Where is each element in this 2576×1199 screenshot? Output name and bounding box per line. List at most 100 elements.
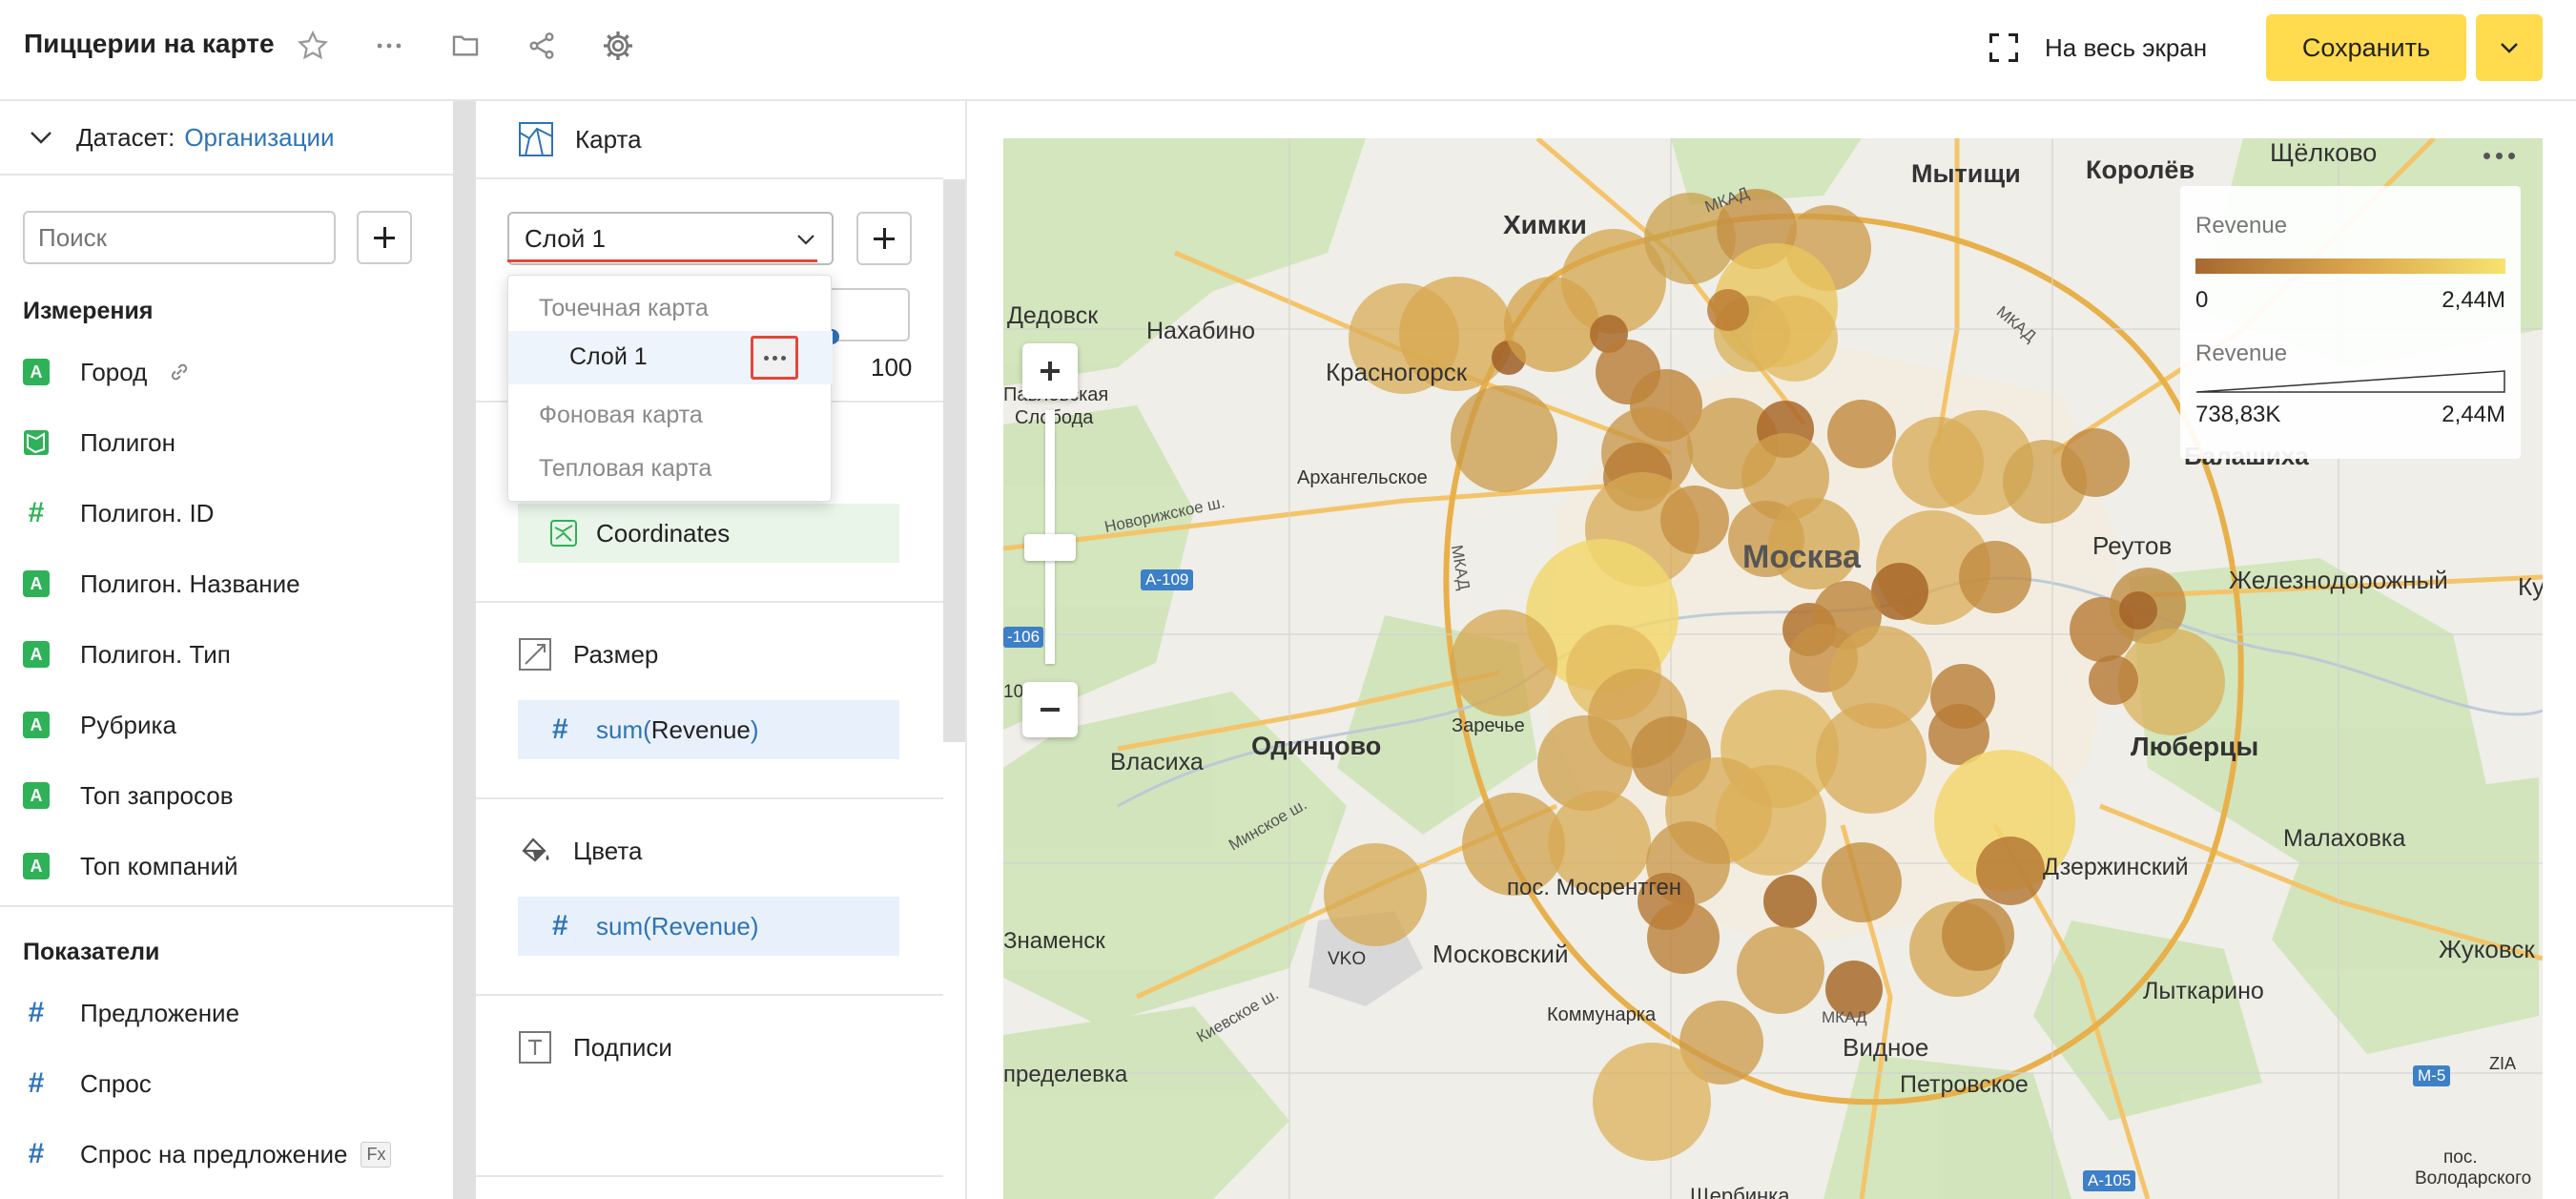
size-section-title: Размер — [518, 635, 658, 673]
field-label: Полигон. Название — [80, 568, 300, 598]
field-polygon-type[interactable]: A Полигон. Тип — [23, 635, 231, 673]
field-top-companies[interactable]: A Топ компаний — [23, 847, 238, 885]
coordinates-chip[interactable]: Coordinates — [518, 504, 899, 563]
road-label: МКАД — [1702, 183, 1752, 217]
field-polygon-id[interactable]: # Полигон. ID — [23, 494, 215, 532]
size-chip[interactable]: # sum(Revenue) — [518, 700, 899, 759]
fullscreen-label: На весь экран — [2045, 32, 2208, 62]
zoom-out-button[interactable] — [1022, 682, 1078, 737]
map-icon — [519, 122, 553, 156]
dataset-selector[interactable]: Датасет: Организации — [0, 101, 453, 176]
place-label: ZIA — [2489, 1054, 2517, 1073]
number-icon: # — [28, 997, 45, 1028]
place-label: VKO — [1328, 949, 1367, 969]
dropdown-group-background-map[interactable]: Фоновая карта — [539, 402, 703, 429]
road-label: 10 — [1003, 682, 1024, 702]
zoom-slider-handle[interactable] — [1024, 534, 1076, 561]
share-icon[interactable] — [523, 25, 561, 67]
section-divider — [0, 905, 453, 907]
place-label: Дедовск — [1007, 302, 1099, 329]
field-demand[interactable]: # Спрос — [23, 1065, 152, 1103]
field-polygon[interactable]: Полигон — [23, 424, 175, 462]
chevron-down-icon — [2501, 43, 2518, 53]
legend-color-title: Revenue — [2195, 213, 2288, 238]
place-label: Архангельское — [1297, 467, 1428, 488]
string-icon: A — [23, 641, 50, 668]
chip-field: Revenue — [650, 714, 751, 744]
opacity-input[interactable] — [830, 288, 910, 341]
road-label: А-109 — [1141, 569, 1194, 590]
formula-icon: Fx — [361, 1141, 392, 1168]
string-icon: A — [23, 782, 50, 809]
field-label: Полигон. ID — [80, 498, 215, 527]
colors-chip[interactable]: # sum(Revenue) — [518, 897, 899, 956]
save-options-button[interactable] — [2476, 14, 2543, 81]
more-icon[interactable] — [370, 25, 408, 67]
config-panel-scrollbar[interactable] — [943, 179, 966, 742]
field-city[interactable]: A Город — [23, 353, 193, 391]
road-label: МКАД — [1822, 1008, 1867, 1026]
road-label: М-5 — [2413, 1065, 2451, 1086]
section-divider — [476, 1175, 943, 1177]
dropdown-group-heat-map[interactable]: Тепловая карта — [539, 455, 711, 483]
road-label: МКАД — [1992, 302, 2040, 346]
save-button[interactable]: Сохранить — [2266, 14, 2466, 81]
field-label: Полигон. Тип — [80, 639, 231, 669]
place-label: Жуковск — [2439, 935, 2535, 963]
viz-type-selector[interactable]: Карта — [518, 120, 642, 158]
star-icon[interactable] — [294, 25, 332, 67]
string-icon: A — [23, 359, 50, 385]
add-field-button[interactable] — [357, 211, 412, 264]
add-layer-button[interactable] — [856, 212, 912, 265]
dataset-name[interactable]: Организации — [184, 123, 334, 153]
fullscreen-button[interactable]: На весь экран — [1989, 27, 2207, 69]
dropdown-item-layer-1[interactable]: Слой 1 — [508, 331, 833, 384]
road-label: Киевское ш. — [1193, 984, 1282, 1046]
place-label: Дзержинский — [2043, 854, 2189, 880]
layer-select[interactable]: Слой 1 — [507, 212, 834, 265]
field-rubric[interactable]: A Рубрика — [23, 706, 176, 744]
layer-item-label: Слой 1 — [569, 343, 648, 370]
map-legend: Revenue 0 2,44M Revenue 738,83K 2,44M — [2180, 186, 2521, 459]
place-label: Москва — [1742, 539, 1861, 575]
field-polygon-name[interactable]: A Полигон. Название — [23, 565, 300, 603]
page-title: Пиццерии на карте — [24, 29, 275, 58]
number-icon: # — [28, 1067, 45, 1099]
place-label: пос. — [2443, 1147, 2478, 1168]
zoom-in-button[interactable] — [1022, 343, 1078, 399]
place-label: Нахабино — [1146, 318, 1256, 344]
place-label: Красногорск — [1326, 358, 1468, 386]
legend-size-wedge — [2195, 370, 2505, 393]
string-icon: A — [23, 570, 50, 597]
folder-icon[interactable] — [446, 25, 484, 67]
map-more-button[interactable] — [2483, 153, 2515, 159]
left-panel-scrollbar[interactable] — [453, 101, 476, 1199]
place-label: Железнодорожный — [2229, 566, 2448, 594]
field-top-queries[interactable]: A Топ запросов — [23, 776, 234, 815]
panel-border — [965, 101, 967, 1199]
layer-more-button[interactable] — [751, 336, 798, 380]
link-icon — [172, 363, 188, 381]
aggregation-fn: sum( — [596, 714, 651, 744]
resize-icon — [519, 638, 551, 671]
field-demand-to-supply[interactable]: # Спрос на предложение Fx — [23, 1135, 392, 1173]
place-label: Малаховка — [2283, 825, 2406, 852]
dropdown-group-point-map[interactable]: Точечная карта — [539, 295, 709, 322]
field-label: Топ запросов — [80, 780, 234, 810]
place-label: Петровское — [1900, 1071, 2029, 1098]
field-supply[interactable]: # Предложение — [23, 994, 239, 1032]
colors-title: Цвета — [573, 836, 643, 865]
string-icon: A — [23, 712, 50, 738]
place-label: Мытищи — [1911, 159, 2021, 188]
place-label: пос. Мосрентген — [1507, 875, 1682, 900]
measures-title: Показатели — [23, 939, 160, 965]
chip-field: Revenue — [650, 911, 751, 941]
search-input[interactable] — [23, 211, 336, 264]
place-label: Щёлково — [2270, 138, 2378, 167]
field-label: Топ компаний — [80, 851, 238, 880]
place-label: Коммунарка — [1547, 1004, 1657, 1025]
gear-icon[interactable] — [599, 25, 637, 67]
legend-size-max: 2,44M — [2442, 402, 2505, 427]
place-label: Видное — [1843, 1033, 1929, 1062]
minus-icon — [1041, 708, 1060, 712]
